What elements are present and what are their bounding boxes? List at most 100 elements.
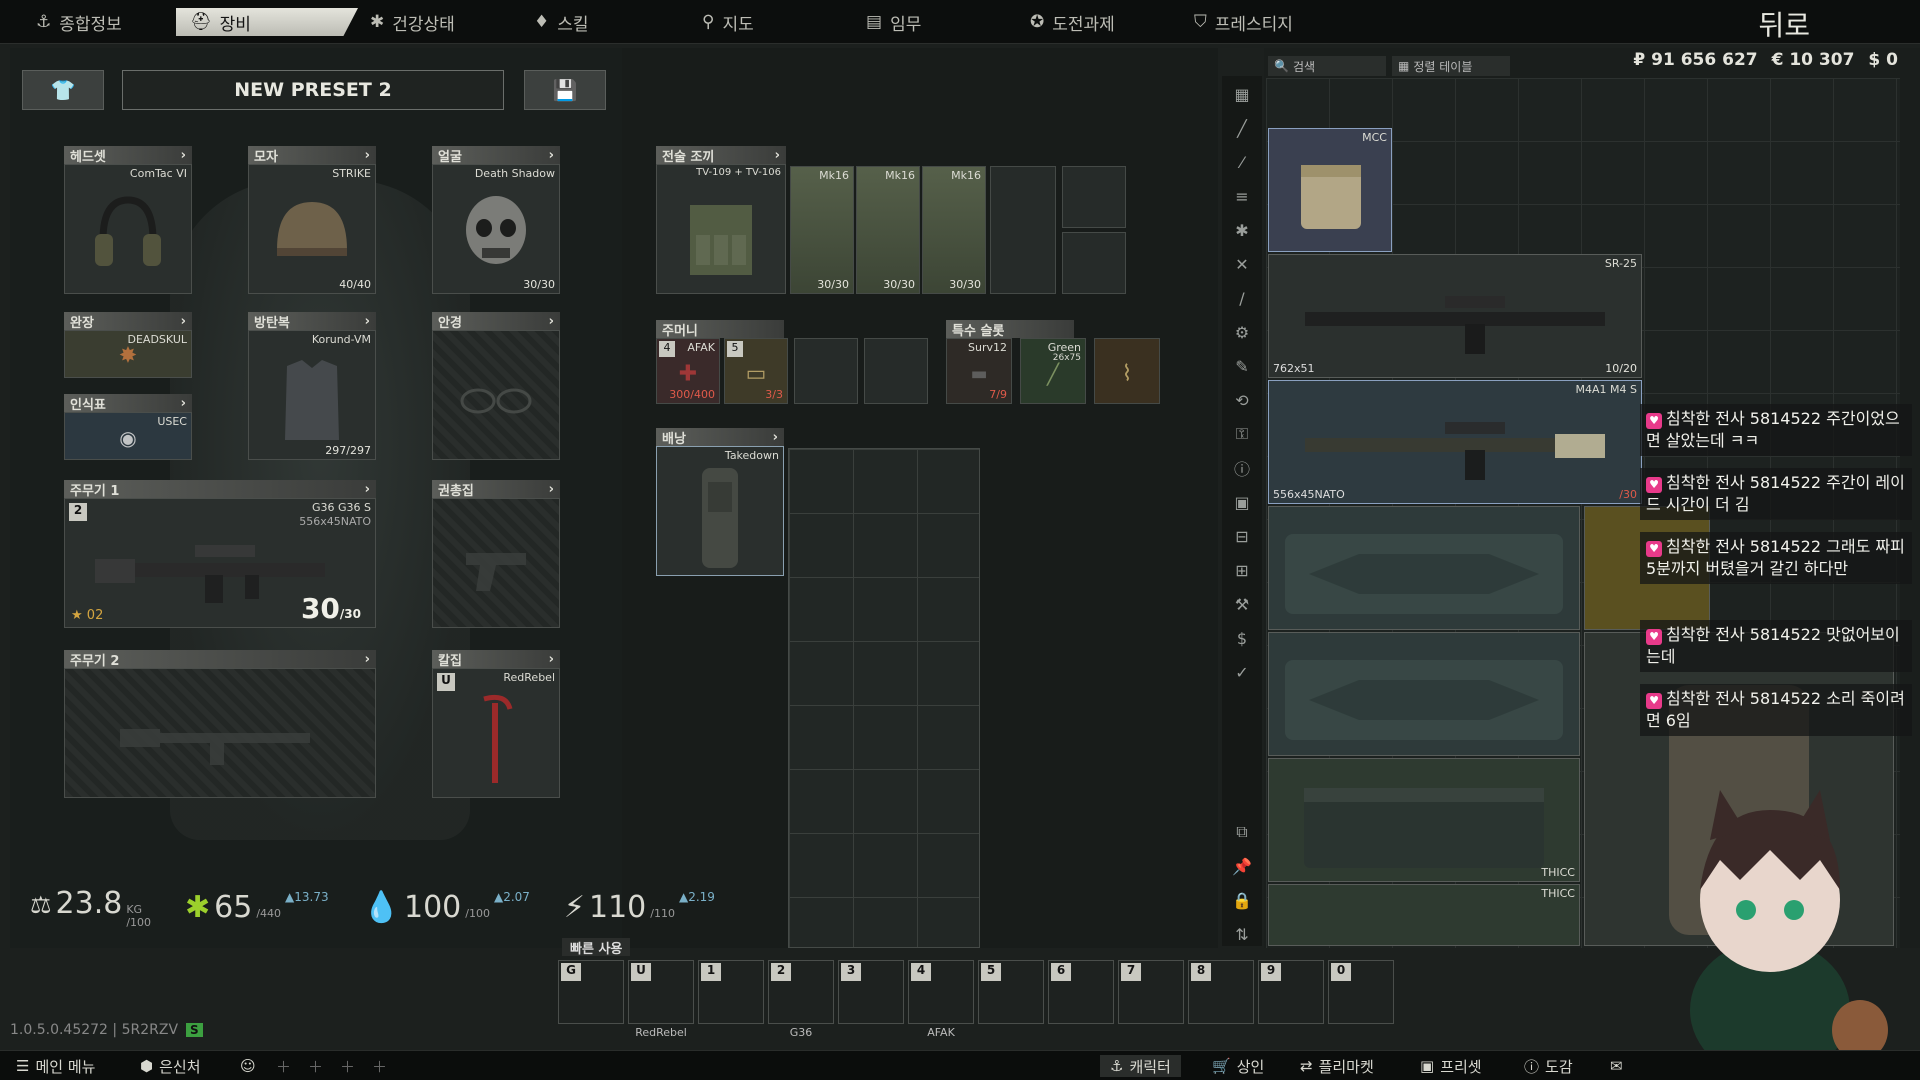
empty-rig-cell[interactable]	[1062, 166, 1126, 228]
quickslot-9[interactable]: 8	[1188, 960, 1254, 1024]
quickslot-4[interactable]: 3	[838, 960, 904, 1024]
add-icon[interactable]: ＋	[340, 1055, 355, 1077]
slot-headset[interactable]: 헤드셋 › ComTac VI	[64, 146, 192, 294]
case-filter-icon[interactable]: ▣	[1228, 488, 1256, 516]
add-icon[interactable]: ＋	[372, 1055, 387, 1077]
gear-filter-icon[interactable]: ⚙	[1228, 318, 1256, 346]
food-filter-icon[interactable]: ✎	[1228, 352, 1256, 380]
quickslot-10[interactable]: 9	[1258, 960, 1324, 1024]
ammo-filter-icon[interactable]: ⁄	[1228, 148, 1256, 176]
magazine-item[interactable]: Mk16 30/30	[922, 166, 986, 294]
special-item-flare[interactable]: Green 26x75 ╱	[1020, 338, 1086, 404]
slot-primary-weapon-1[interactable]: 주무기 1 › 2 G36 G36 S 556x45NATO ★ 02 30/30	[64, 480, 376, 628]
tab-achievements[interactable]: ✪ 도전과제	[1016, 8, 1129, 36]
stash-item-ammo-case[interactable]: MCC	[1268, 128, 1392, 252]
quickslot-6[interactable]: 5	[978, 960, 1044, 1024]
stash-item-m4a1[interactable]: M4A1 M4 S 556x45NATO /30	[1268, 380, 1642, 504]
slot-dogtag[interactable]: 인식표 › USEC ◉	[64, 394, 192, 460]
stash-search-input[interactable]: 🔍 검색	[1268, 56, 1386, 76]
sort-icon[interactable]: ⇅	[1228, 920, 1256, 948]
empty-rig-cell[interactable]	[990, 166, 1056, 294]
pin-icon[interactable]: 📌	[1228, 852, 1256, 880]
quickslot-8[interactable]: 7	[1118, 960, 1184, 1024]
quickslot-5[interactable]: 4	[908, 960, 974, 1024]
clothing-button[interactable]: 👕	[22, 70, 104, 110]
backpack-grid[interactable]	[788, 448, 980, 948]
slot-armband[interactable]: 완장 › DEADSKUL ✸	[64, 312, 192, 378]
quickslot-2[interactable]: 1	[698, 960, 764, 1024]
quickslot-0[interactable]: G	[558, 960, 624, 1024]
barter-filter-icon[interactable]: ✱	[1228, 216, 1256, 244]
slot-face[interactable]: 얼굴 › Death Shadow 30/30	[432, 146, 560, 294]
slot-backpack[interactable]: 배낭 › Takedown	[656, 428, 784, 576]
quickslot-1[interactable]: U	[628, 960, 694, 1024]
main-menu-button[interactable]: ☰ 메인 메뉴	[16, 1055, 95, 1077]
book-icon: ⓘ	[1524, 1057, 1540, 1076]
empty-pocket-cell[interactable]	[864, 338, 928, 404]
tool-filter-icon[interactable]: ⚒	[1228, 590, 1256, 618]
tab-tasks[interactable]: ▤ 임무	[852, 8, 935, 36]
special-item-rope[interactable]: ⌇	[1094, 338, 1160, 404]
pocket-item-bandage[interactable]: 5 ▭ 3/3	[724, 338, 788, 404]
tab-health[interactable]: ✱ 건강상태	[356, 8, 469, 36]
refresh-filter-icon[interactable]: ⟲	[1228, 386, 1256, 414]
stash-item-thicc-case[interactable]: THICC	[1268, 884, 1580, 946]
magazine-item[interactable]: Mk16 30/30	[790, 166, 854, 294]
stash-item-weapon-case[interactable]	[1268, 506, 1580, 630]
pocket-item-afak[interactable]: 4 AFAK ✚ 300/400	[656, 338, 720, 404]
traders-button[interactable]: 🛒 상인	[1212, 1055, 1264, 1077]
profile-icon[interactable]: ☺	[240, 1055, 256, 1077]
check-filter-icon[interactable]: ✓	[1228, 658, 1256, 686]
slot-armor[interactable]: 방탄복 › Korund-VM 297/297	[248, 312, 376, 460]
quickslot-key: 5	[981, 963, 1001, 981]
preset-name-field[interactable]: NEW PRESET 2	[122, 70, 504, 110]
chevron-right-icon: ›	[180, 313, 186, 329]
quickslot-7[interactable]: 6	[1048, 960, 1114, 1024]
weapon-filter-icon[interactable]: ╱	[1228, 114, 1256, 142]
add-icon[interactable]: ＋	[308, 1055, 323, 1077]
quickslot-3[interactable]: 2	[768, 960, 834, 1024]
flea-market-button[interactable]: ⇄ 플리마켓	[1300, 1055, 1374, 1077]
mod-filter-icon[interactable]: ≡	[1228, 182, 1256, 210]
slot-holster[interactable]: 권총집 ›	[432, 480, 560, 628]
grid-filter-icon[interactable]: ▦	[1228, 80, 1256, 108]
bag-filter-icon[interactable]: ⊞	[1228, 556, 1256, 584]
slot-hat[interactable]: 모자 › STRIKE 40/40	[248, 146, 376, 294]
tab-gear[interactable]: ⛑ 장비	[176, 8, 358, 36]
stash-item-thicc-case[interactable]: THICC	[1268, 758, 1580, 882]
save-preset-button[interactable]: 💾	[524, 70, 606, 110]
messenger-icon[interactable]: ✉	[1610, 1055, 1623, 1077]
slot-primary-weapon-2[interactable]: 주무기 2 ›	[64, 650, 376, 798]
stash-item-sr25[interactable]: SR-25 762x51 10/20	[1268, 254, 1642, 378]
tab-prestige[interactable]: ⛉ 프레스티지	[1180, 8, 1307, 36]
quickslot-key: 4	[911, 963, 931, 981]
slot-label: 헤드셋	[70, 149, 106, 165]
slot-eyewear[interactable]: 안경 ›	[432, 312, 560, 460]
knife-filter-icon[interactable]: /	[1228, 284, 1256, 312]
magazine-item[interactable]: Mk16 30/30	[856, 166, 920, 294]
slot-tactical-rig[interactable]: 전술 조끼 › TV-109 + TV-106	[656, 146, 786, 294]
slot-scabbard[interactable]: 칼집 › U RedRebel	[432, 650, 560, 798]
back-button[interactable]: 뒤로	[1758, 4, 1810, 44]
copy-icon[interactable]: ⧉	[1228, 818, 1256, 846]
hideout-button[interactable]: ⬢ 은신처	[140, 1055, 201, 1077]
empty-pocket-cell[interactable]	[794, 338, 858, 404]
empty-rig-cell[interactable]	[1062, 232, 1126, 294]
quickslot-11[interactable]: 0	[1328, 960, 1394, 1024]
key-filter-icon[interactable]: ⚿	[1228, 420, 1256, 448]
tab-overview[interactable]: ⚓ 종합정보	[22, 8, 136, 36]
character-button[interactable]: ⚓ 캐릭터	[1100, 1055, 1181, 1077]
handbook-button[interactable]: ⓘ 도감	[1524, 1055, 1573, 1077]
lock-icon[interactable]: 🔒	[1228, 886, 1256, 914]
info-filter-icon[interactable]: ⓘ	[1228, 454, 1256, 482]
tab-map[interactable]: ⚲ 지도	[688, 8, 768, 36]
add-icon[interactable]: ＋	[276, 1055, 291, 1077]
stash-item-weapon-case[interactable]	[1268, 632, 1580, 756]
container-filter-icon[interactable]: ⊟	[1228, 522, 1256, 550]
sort-table-button[interactable]: ▦ 정렬 테이블	[1392, 56, 1510, 76]
close-filter-icon[interactable]: ✕	[1228, 250, 1256, 278]
tab-skills[interactable]: ♦ 스킬	[520, 8, 603, 36]
presets-button[interactable]: ▣ 프리셋	[1420, 1055, 1482, 1077]
money-filter-icon[interactable]: $	[1228, 624, 1256, 652]
special-item-surv12[interactable]: Surv12 ▬ 7/9	[946, 338, 1012, 404]
